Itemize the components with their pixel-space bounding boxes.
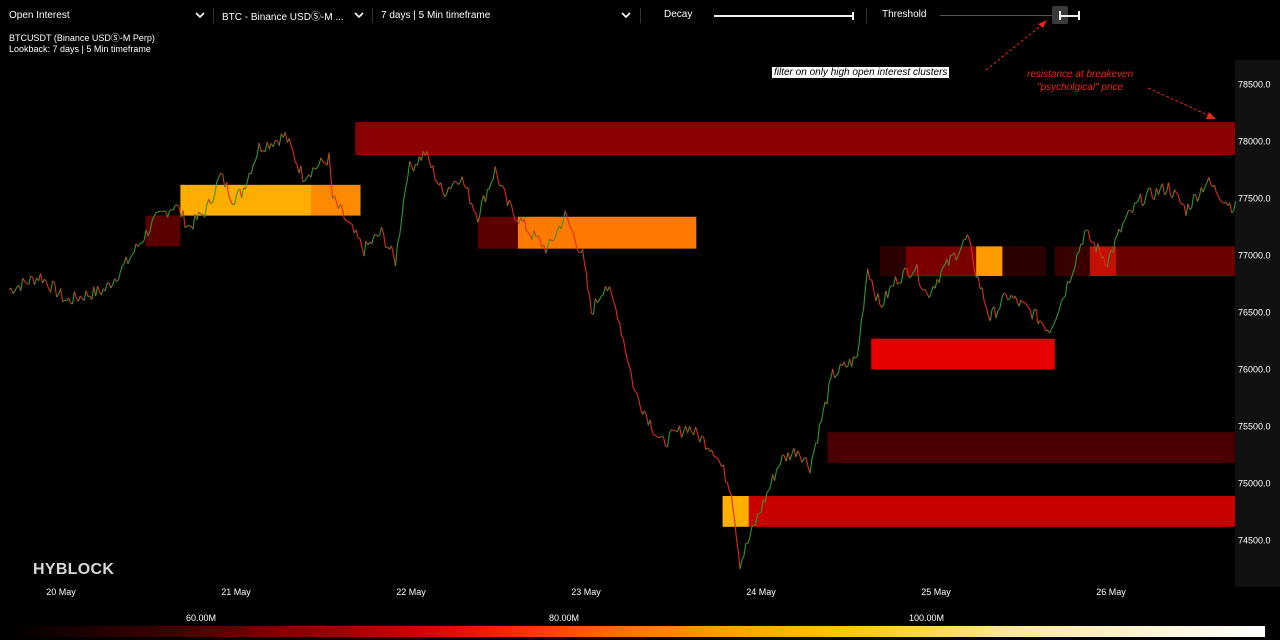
oi-cluster-band	[1116, 246, 1235, 277]
oi-cluster-band	[477, 216, 518, 249]
y-tick-label: 74500.0	[1238, 536, 1271, 546]
y-tick-label: 78000.0	[1238, 137, 1271, 147]
x-tick-label: 26 May	[1096, 587, 1126, 597]
price-segment	[1003, 292, 1006, 295]
oi-cluster-band	[517, 216, 697, 249]
oi-cluster-band	[871, 338, 1055, 370]
filter-annotation: filter on only high open interest cluste…	[772, 67, 950, 78]
x-tick-label: 25 May	[921, 587, 951, 597]
x-tick-label: 22 May	[396, 587, 426, 597]
price-segment	[1086, 229, 1089, 232]
x-tick-label: 23 May	[571, 587, 601, 597]
oi-cluster-band	[355, 122, 1235, 156]
y-tick-label: 76000.0	[1238, 365, 1271, 375]
oi-cluster-band	[748, 496, 1235, 527]
price-segment	[514, 219, 518, 221]
y-tick-label: 75000.0	[1238, 479, 1271, 489]
colorbar-label: 60.00M	[186, 613, 217, 623]
price-segment	[220, 172, 223, 175]
colorbar-label: 100.00M	[909, 613, 945, 623]
y-tick-label: 75500.0	[1238, 422, 1271, 432]
resistance-annotation: resistance at breakeven "psycholgical" p…	[1027, 68, 1133, 94]
y-tick-label: 77500.0	[1238, 194, 1271, 204]
price-segment	[454, 180, 457, 183]
resistance-annotation-line2: "psycholgical" price	[1037, 82, 1124, 93]
price-segment	[845, 365, 849, 368]
price-segment	[157, 210, 161, 213]
oi-cluster-band	[180, 184, 312, 216]
price-segment	[757, 512, 760, 515]
filter-arrow-head	[1038, 20, 1047, 28]
oi-cluster-band	[1054, 246, 1090, 277]
hyblock-logo: HYBLOCK	[33, 561, 115, 578]
oi-cluster-band	[722, 496, 749, 527]
colorbar	[9, 626, 1265, 637]
oi-cluster-band	[145, 215, 181, 247]
oi-cluster-band	[827, 432, 1235, 463]
price-segment	[725, 481, 728, 484]
y-tick-label: 76500.0	[1238, 308, 1271, 318]
x-tick-label: 24 May	[746, 587, 776, 597]
colorbar-label: 80.00M	[549, 613, 580, 623]
price-segment	[659, 436, 662, 438]
x-tick-label: 21 May	[221, 587, 251, 597]
oi-cluster-band	[976, 246, 1003, 277]
chart-svg: 78500.0 78000.0 77500.0 77000.0 76500.0 76000…	[8, 20, 1280, 597]
y-tick-label: 78500.0	[1238, 80, 1271, 90]
resistance-annotation-line1: resistance at breakeven	[1027, 69, 1134, 80]
y-tick-label: 77000.0	[1238, 251, 1271, 261]
x-tick-label: 20 May	[46, 587, 76, 597]
price-segment	[1007, 298, 1010, 301]
